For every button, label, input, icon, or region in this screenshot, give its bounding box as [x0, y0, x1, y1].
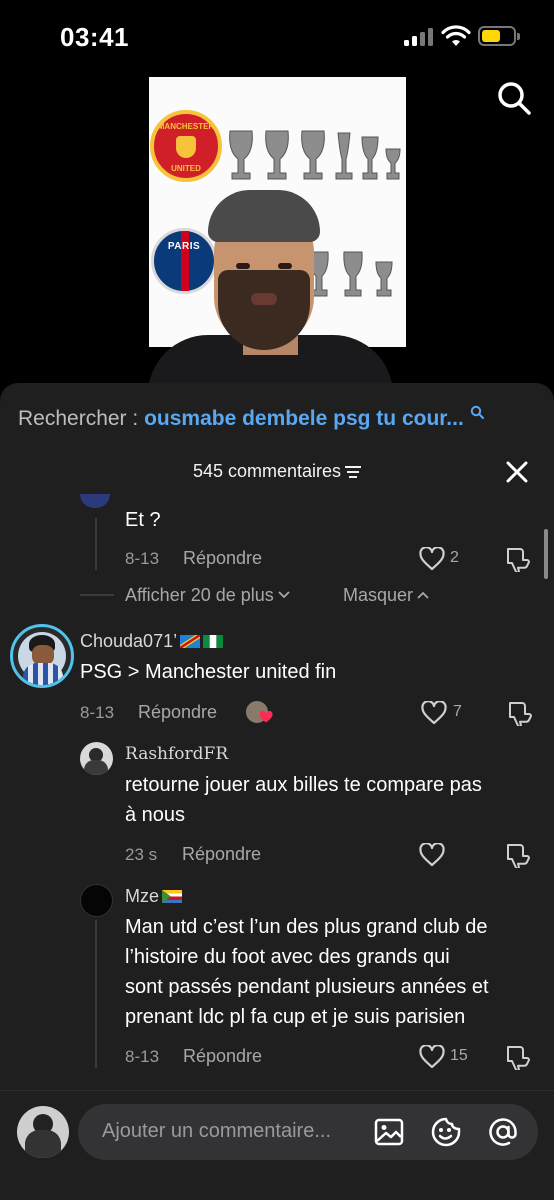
- related-search[interactable]: Rechercher : ousmabe dembele psg tu cour…: [18, 405, 484, 433]
- avatar[interactable]: [80, 742, 113, 775]
- reply-button[interactable]: Répondre: [138, 702, 217, 723]
- trophies-row-mu: [229, 130, 401, 180]
- my-avatar[interactable]: [17, 1106, 69, 1158]
- mini-search-icon: [470, 405, 484, 419]
- image-icon[interactable]: [373, 1116, 405, 1148]
- wifi-icon: [441, 25, 471, 46]
- comment-username[interactable]: Mze: [125, 886, 183, 907]
- comment-count-header[interactable]: 545 commentaires: [0, 461, 554, 482]
- show-more-replies[interactable]: Afficher 20 de plus: [125, 585, 290, 606]
- thread-line: [95, 920, 97, 1068]
- comment-date: 8-13: [80, 703, 115, 722]
- heart-icon[interactable]: [419, 843, 445, 867]
- like-count: 2: [450, 549, 459, 566]
- comment-date: 8-13: [125, 549, 160, 568]
- comment-text: Et ?: [125, 509, 161, 531]
- hide-replies[interactable]: Masquer: [343, 585, 429, 606]
- related-search-prefix: Rechercher :: [18, 407, 145, 430]
- comment-text: à nous: [125, 804, 186, 826]
- manchester-united-crest: MANCHESTER UNITED: [150, 110, 222, 182]
- comment-text: l’histoire du foot avec des grands qui: [125, 946, 450, 968]
- comment-text: retourne jouer aux billes te compare pas: [125, 774, 482, 796]
- mention-icon[interactable]: [487, 1116, 519, 1148]
- heart-icon[interactable]: [419, 1045, 445, 1069]
- chevron-up-icon: [417, 591, 429, 599]
- avatar[interactable]: [10, 624, 74, 688]
- scrollbar[interactable]: [544, 529, 548, 579]
- comment-date: 8-13: [125, 1047, 160, 1066]
- comment-text: prenant ldc pl fa cup et je suis parisie…: [125, 1006, 466, 1028]
- reply-button[interactable]: Répondre: [182, 844, 261, 865]
- flag-comoros-icon: [162, 890, 183, 903]
- flag-dr-congo-icon: [180, 635, 201, 648]
- hide-label: Masquer: [343, 585, 414, 605]
- avatar[interactable]: [80, 884, 113, 917]
- search-icon[interactable]: [496, 80, 532, 116]
- comment-text: Man utd c’est l’un des plus grand club d…: [125, 916, 488, 938]
- like-count: 15: [450, 1047, 468, 1064]
- sort-lines-icon[interactable]: [345, 466, 362, 478]
- status-bar: 03:41: [0, 0, 554, 72]
- thumbs-down-icon[interactable]: [504, 1044, 530, 1070]
- comment-text: PSG > Manchester united fin: [80, 661, 337, 683]
- thumbs-down-icon[interactable]: [504, 842, 530, 868]
- status-time: 03:41: [60, 22, 129, 52]
- comment-username[interactable]: Chouda071’: [80, 631, 224, 652]
- battery-icon: [478, 26, 520, 46]
- thumbs-down-icon[interactable]: [504, 546, 530, 572]
- emoji-icon[interactable]: [430, 1116, 462, 1148]
- thumbs-down-icon[interactable]: [506, 700, 532, 726]
- comment-text: sont passés pendant plusieurs années et: [125, 976, 489, 998]
- comment-count-label: 545 commentaires: [192, 461, 342, 481]
- comment-input-placeholder: Ajouter un commentaire...: [102, 1120, 331, 1142]
- heart-icon[interactable]: [421, 701, 447, 725]
- like-count: 7: [453, 703, 462, 720]
- video-creator-person: [148, 185, 393, 390]
- creator-heart-icon: [259, 711, 273, 723]
- reply-button[interactable]: Répondre: [183, 548, 262, 569]
- comment-username[interactable]: RashfordFR: [125, 744, 228, 764]
- show-more-label: Afficher 20 de plus: [125, 585, 274, 605]
- flag-nigeria-icon: [203, 635, 224, 648]
- reply-button[interactable]: Répondre: [183, 1046, 262, 1067]
- heart-icon[interactable]: [419, 547, 445, 571]
- chevron-down-icon: [278, 591, 290, 599]
- divider: [80, 594, 114, 596]
- close-icon[interactable]: [504, 459, 530, 485]
- signal-icon: [404, 28, 434, 46]
- related-search-query[interactable]: ousmabe dembele psg tu cour...: [144, 407, 464, 430]
- thread-line: [95, 518, 97, 570]
- comment-date: 23 s: [125, 845, 158, 864]
